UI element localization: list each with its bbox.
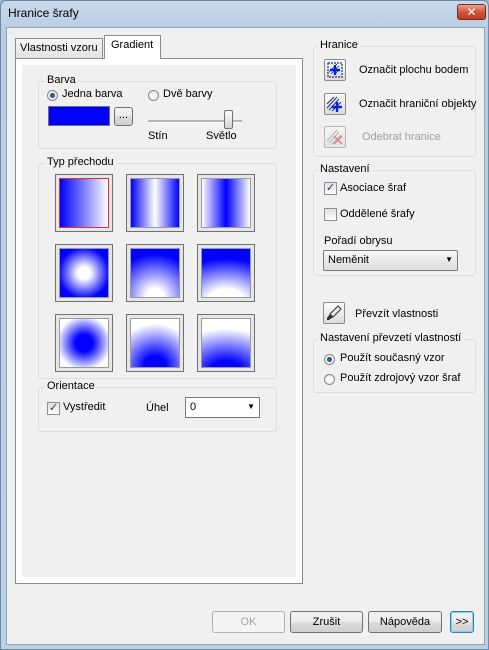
paintbrush-icon	[327, 305, 342, 320]
select-objects-button[interactable]	[324, 93, 346, 115]
remove-boundaries-label[interactable]: Odebrat hranice	[362, 131, 441, 143]
gradient-curved-preview	[201, 248, 251, 298]
gradient-curved-tile[interactable]	[197, 244, 255, 302]
gradient-spherical-tile[interactable]	[55, 244, 113, 302]
angle-label: Úhel	[146, 402, 169, 414]
use-source-origin-label: Použít zdrojový vzor šraf	[340, 372, 461, 384]
draw-order-combo[interactable]: Neměnit ▼	[323, 250, 458, 271]
dialog-client-area: Vlastnosti vzoru Gradient Barva Jedna ba…	[6, 27, 485, 645]
dialog-window: Hranice šrafy ✕ Vlastnosti vzoru Gradien…	[0, 0, 489, 650]
gradient-linear-tile[interactable]	[55, 174, 113, 232]
use-current-origin-label: Použít současný vzor	[340, 352, 445, 364]
tint-label: Světlo	[206, 130, 237, 142]
gradient-spherical-preview	[59, 248, 109, 298]
gradient-hemispherical-tile[interactable]	[126, 244, 184, 302]
inherit-properties-button[interactable]	[323, 302, 345, 324]
cancel-button[interactable]: Zrušit	[290, 611, 363, 633]
shade-tint-slider-thumb[interactable]	[224, 110, 233, 129]
color-swatch[interactable]	[48, 106, 110, 126]
orientation-group: Orientace ✓ Vystředit Úhel 0 ▼	[38, 380, 277, 432]
associative-checkbox[interactable]: ✓	[324, 182, 337, 195]
use-current-origin-radio[interactable]	[324, 354, 335, 365]
center-label: Vystředit	[63, 401, 106, 413]
gradient-inv-spherical-preview	[59, 318, 109, 368]
gradient-panel-body: Barva Jedna barva Dvě barvy ... Stín Svě…	[22, 65, 296, 577]
color-group-title: Barva	[45, 74, 78, 86]
select-objects-label[interactable]: Označit hraniční objekty	[359, 98, 476, 110]
inherit-options-group-title: Nastavení převzetí vlastností	[318, 332, 464, 344]
title-bar[interactable]: Hranice šrafy ✕	[1, 1, 488, 27]
help-button[interactable]: Nápověda	[368, 611, 442, 633]
tab-pattern-properties[interactable]: Vlastnosti vzoru	[15, 38, 103, 58]
boundaries-group-title: Hranice	[318, 39, 360, 51]
gradient-inv-cylinder-tile[interactable]	[197, 174, 255, 232]
pick-points-label[interactable]: Označit plochu bodem	[359, 64, 468, 76]
options-group-title: Nastavení	[318, 163, 372, 175]
close-button[interactable]: ✕	[457, 4, 486, 20]
ok-button[interactable]: OK	[212, 611, 285, 633]
use-source-origin-radio[interactable]	[324, 374, 335, 385]
shade-label: Stín	[148, 130, 168, 142]
two-colors-label: Dvě barvy	[163, 88, 213, 100]
gradient-inv-spherical-tile[interactable]	[55, 314, 113, 372]
draw-order-value: Neměnit	[328, 254, 369, 266]
two-colors-radio[interactable]	[148, 90, 159, 101]
angle-combo[interactable]: 0 ▼	[185, 397, 260, 418]
pick-points-button[interactable]	[324, 59, 346, 81]
one-color-radio[interactable]	[47, 90, 58, 101]
gradient-tab-panel: Barva Jedna barva Dvě barvy ... Stín Svě…	[15, 58, 303, 584]
separate-checkbox[interactable]	[324, 208, 337, 221]
separate-label: Oddělené šrafy	[340, 208, 415, 220]
inherit-properties-label[interactable]: Převzít vlastnosti	[355, 308, 438, 320]
gradient-inv-hemispherical-preview	[130, 318, 180, 368]
gradient-cylinder-tile[interactable]	[126, 174, 184, 232]
options-group: Nastavení ✓ Asociace šraf Oddělené šrafy…	[313, 163, 476, 276]
pick-points-icon	[327, 62, 343, 78]
gradient-inv-curved-tile[interactable]	[197, 314, 255, 372]
angle-value: 0	[190, 401, 197, 413]
select-objects-icon	[326, 96, 342, 112]
boundaries-group: Hranice Označit plochu bodem Označit hra…	[313, 39, 476, 157]
gradient-linear-preview	[59, 178, 109, 228]
associative-label: Asociace šraf	[340, 182, 407, 194]
browse-color-button[interactable]: ...	[114, 107, 133, 126]
gradient-inv-hemispherical-tile[interactable]	[126, 314, 184, 372]
chevron-down-icon: ▼	[445, 255, 453, 264]
one-color-label: Jedna barva	[62, 88, 123, 100]
gradient-inv-cylinder-preview	[201, 178, 251, 228]
inherit-options-group: Nastavení převzetí vlastností Použít sou…	[313, 332, 476, 393]
center-checkbox[interactable]: ✓	[47, 402, 60, 415]
gradient-type-group-title: Typ přechodu	[45, 156, 116, 168]
draw-order-label: Pořadí obrysu	[324, 235, 393, 247]
remove-boundaries-button[interactable]	[324, 126, 346, 148]
tab-gradient[interactable]: Gradient	[104, 35, 162, 59]
window-title: Hranice šrafy	[8, 6, 79, 20]
more-options-button[interactable]: >>	[450, 611, 474, 633]
color-group: Barva Jedna barva Dvě barvy ... Stín Svě…	[38, 74, 277, 149]
gradient-hemispherical-preview	[130, 248, 180, 298]
gradient-cylinder-preview	[130, 178, 180, 228]
gradient-inv-curved-preview	[201, 318, 251, 368]
gradient-type-group: Typ přechodu	[38, 156, 277, 379]
orientation-group-title: Orientace	[45, 380, 97, 392]
chevron-down-icon: ▼	[247, 402, 255, 411]
remove-boundaries-icon	[326, 129, 343, 145]
